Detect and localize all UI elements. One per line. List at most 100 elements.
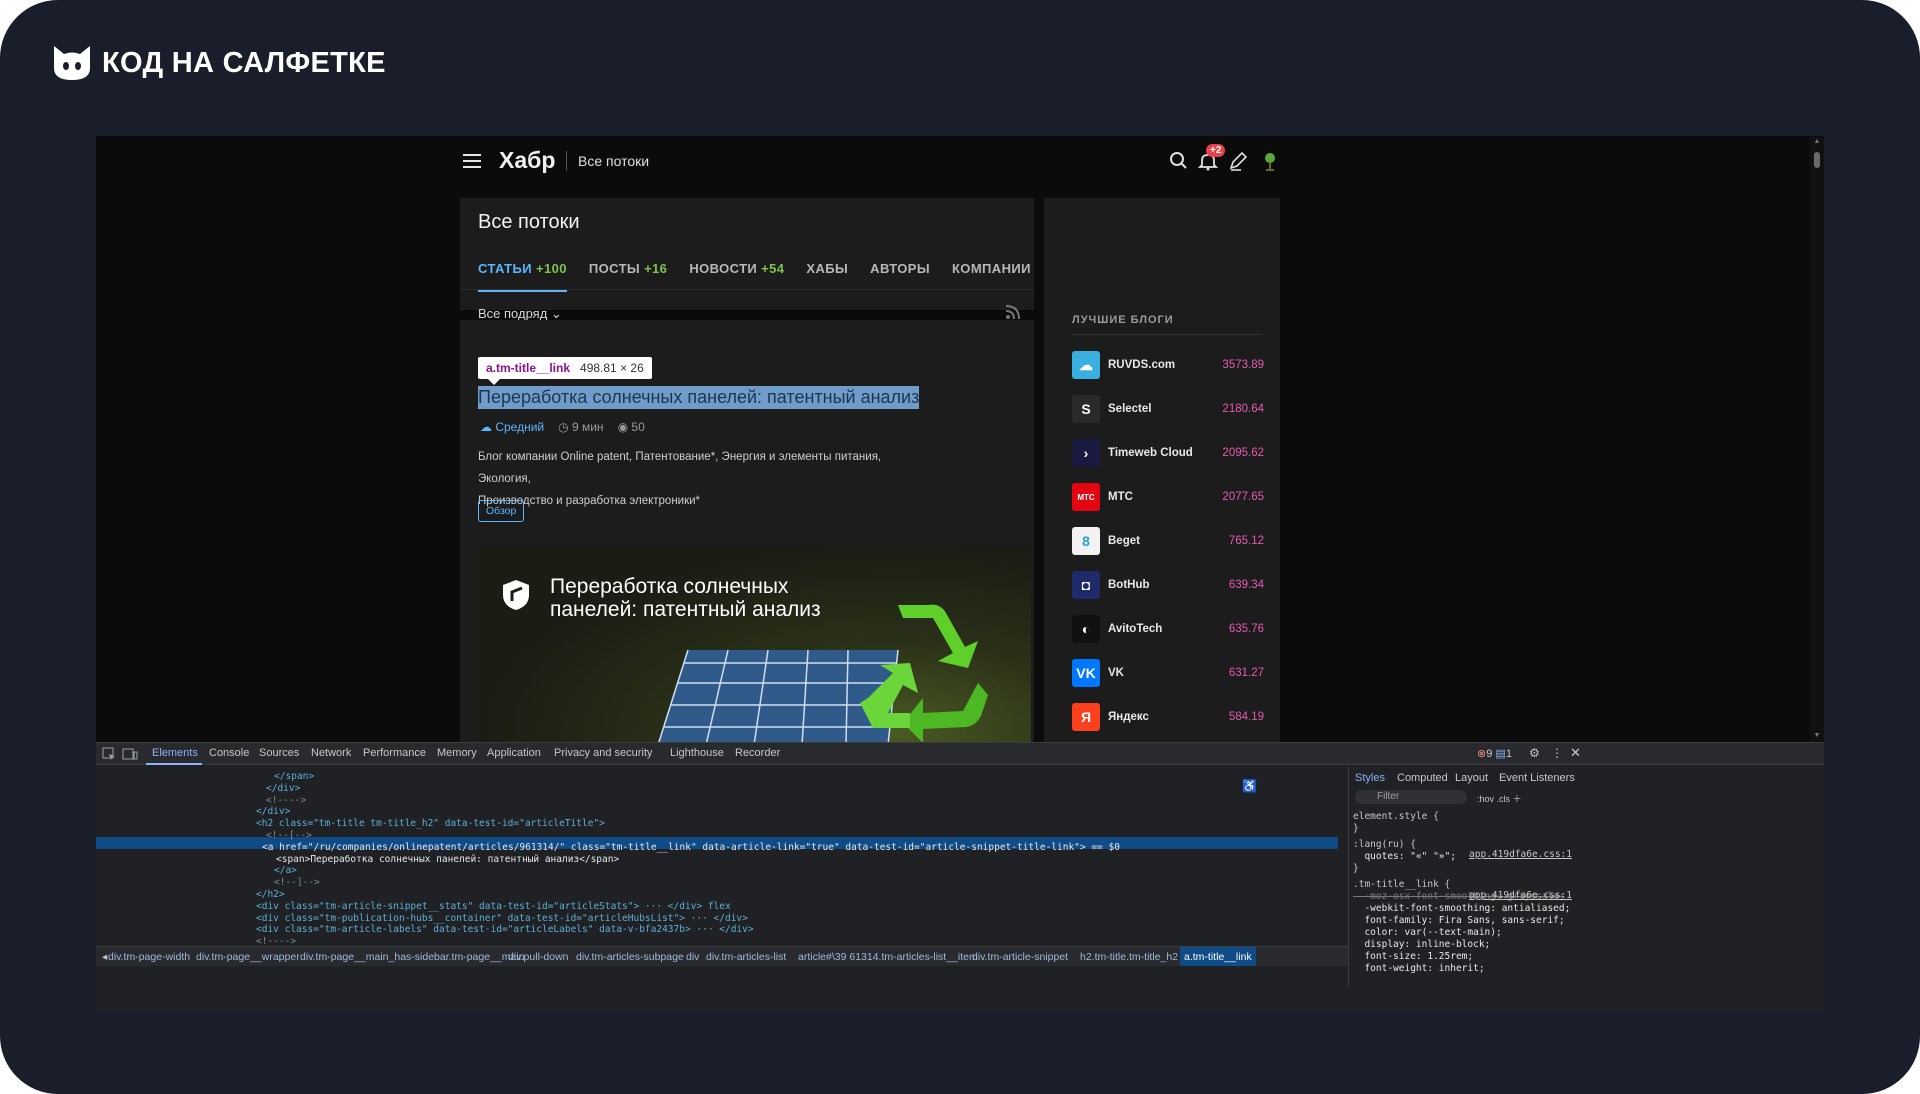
blog-item[interactable]: › Timeweb Cloud 2095.62 bbox=[1072, 439, 1264, 467]
css-rule-line[interactable]: color: var(--text-main); bbox=[1353, 927, 1501, 938]
styles-pane: Styles Computed Layout Event Listeners F… bbox=[1348, 767, 1582, 987]
dom-node-line[interactable]: <h2 class="tm-title tm-title_h2" data-te… bbox=[256, 818, 605, 830]
dom-node-line[interactable]: <span>Переработка солнечных панелей: пат… bbox=[276, 854, 619, 866]
blog-item[interactable]: ☁ RUVDS.com 3573.89 bbox=[1072, 351, 1264, 379]
article-hubs[interactable]: Блог компании Online patent, Патентовани… bbox=[478, 446, 908, 512]
dom-node-line[interactable]: <div class="tm-publication-hubs__contain… bbox=[256, 913, 748, 925]
blog-item[interactable]: ◘ BotHub 639.34 bbox=[1072, 571, 1264, 599]
breadcrumb-item[interactable]: article#\39 61314.tm-articles-list__item bbox=[798, 951, 978, 963]
tab-sources[interactable]: Sources bbox=[259, 747, 299, 759]
header-section-link[interactable]: Все потоки bbox=[578, 153, 649, 169]
css-rule-line[interactable]: :lang(ru) { bbox=[1353, 839, 1416, 850]
css-rule-line[interactable]: display: inline-block; bbox=[1353, 939, 1490, 950]
tab-styles[interactable]: Styles bbox=[1355, 772, 1385, 784]
tab-elements[interactable]: Elements bbox=[152, 747, 198, 759]
scroll-up-icon[interactable]: ▲ bbox=[1813, 138, 1821, 146]
habr-logo[interactable]: Хабр bbox=[499, 147, 555, 174]
article-label[interactable]: Обзор bbox=[478, 500, 525, 522]
article-title-link[interactable]: Переработка солнечных панелей: патентный… bbox=[478, 386, 920, 409]
scrollbar-thumb[interactable] bbox=[1814, 152, 1820, 168]
search-icon[interactable] bbox=[1168, 150, 1190, 172]
inspect-element-icon[interactable] bbox=[102, 747, 116, 761]
blog-rating: 765.12 bbox=[1228, 535, 1264, 547]
blog-item[interactable]: ◐ AvitoTech 635.76 bbox=[1072, 615, 1264, 643]
breadcrumb-item[interactable]: div.tm-page__main_has-sidebar.tm-page__m… bbox=[300, 951, 525, 963]
css-rule-line[interactable]: font-weight: inherit; bbox=[1353, 963, 1484, 974]
blog-logo-icon: ☁ bbox=[1072, 351, 1100, 379]
dom-node-line[interactable]: <div class="tm-article-labels" data-test… bbox=[256, 924, 754, 936]
styles-source-link-2[interactable]: app.419dfa6e.css:1 bbox=[1469, 890, 1572, 901]
dom-node-line[interactable]: <!--[--> bbox=[266, 830, 312, 842]
tab-performance[interactable]: Performance bbox=[363, 747, 426, 759]
pen-icon[interactable] bbox=[1227, 150, 1249, 172]
tab-articles[interactable]: СТАТЬИ +100 bbox=[478, 261, 567, 292]
tab-lighthouse[interactable]: Lighthouse bbox=[670, 747, 724, 759]
tab-event-listeners[interactable]: Event Listeners bbox=[1499, 772, 1575, 784]
top-blogs-title: ЛУЧШИЕ БЛОГИ bbox=[1072, 314, 1174, 326]
tab-companies[interactable]: КОМПАНИИ bbox=[952, 261, 1031, 292]
tab-application[interactable]: Application bbox=[487, 747, 541, 759]
dom-node-line[interactable]: <!----> bbox=[266, 795, 306, 807]
css-rule-line[interactable]: -webkit-font-smoothing: antialiased; bbox=[1353, 903, 1570, 914]
avatar-icon[interactable] bbox=[1259, 150, 1281, 172]
dom-node-line[interactable]: </div> bbox=[256, 806, 290, 818]
blog-item[interactable]: Я Яндекс 584.19 bbox=[1072, 703, 1264, 731]
scroll-down-icon[interactable]: ▼ bbox=[1813, 732, 1821, 740]
cover-title: Переработка солнечных панелей: патентный… bbox=[550, 575, 821, 621]
blog-item[interactable]: МТС МТС 2077.65 bbox=[1072, 483, 1264, 511]
tab-recorder[interactable]: Recorder bbox=[735, 747, 780, 759]
blog-item[interactable]: S Selectel 2180.64 bbox=[1072, 395, 1264, 423]
breadcrumb-item[interactable]: h2.tm-title.tm-title_h2 bbox=[1080, 951, 1178, 963]
breadcrumb-item[interactable]: div.tm-articles-subpage bbox=[576, 951, 684, 963]
dom-node-line[interactable]: </span> bbox=[274, 771, 314, 783]
css-rule-line[interactable]: .tm-title__link { bbox=[1353, 879, 1450, 890]
breadcrumb-item[interactable]: a.tm-title__link bbox=[1180, 947, 1256, 966]
blog-logo-icon: МТС bbox=[1072, 483, 1100, 511]
styles-filter-input[interactable]: Filter bbox=[1355, 790, 1467, 804]
css-rule-line[interactable]: font-size: 1.25rem; bbox=[1353, 951, 1473, 962]
tab-authors[interactable]: АВТОРЫ bbox=[870, 261, 930, 292]
styles-toolbar[interactable]: :hov .cls ＋ bbox=[1477, 792, 1522, 805]
breadcrumb-item[interactable]: div bbox=[686, 951, 699, 963]
breadcrumb-item[interactable]: div.tm-page__wrapper bbox=[196, 951, 300, 963]
menu-icon[interactable] bbox=[463, 154, 481, 168]
breadcrumb-item[interactable]: div.tm-articles-list bbox=[706, 951, 786, 963]
dom-node-line[interactable]: </a> bbox=[274, 865, 297, 877]
accessibility-icon[interactable]: ♿ bbox=[1242, 779, 1257, 793]
blog-name: RUVDS.com bbox=[1108, 359, 1176, 371]
close-icon[interactable]: ✕ bbox=[1570, 745, 1581, 761]
css-rule-line[interactable]: quotes: "«" "»"; bbox=[1353, 851, 1456, 862]
chevron-left-icon[interactable]: ◂ bbox=[102, 951, 107, 963]
dom-node-line[interactable]: <div class="tm-article-snippet__stats" d… bbox=[256, 901, 731, 913]
css-rule-line[interactable]: element.style { bbox=[1353, 811, 1439, 822]
article-cover-image[interactable]: Переработка солнечных панелей: патентный… bbox=[478, 545, 1031, 742]
breadcrumb-item[interactable]: div.tm-article-snippet bbox=[972, 951, 1068, 963]
tab-hubs[interactable]: ХАБЫ bbox=[806, 261, 848, 292]
dom-node-line[interactable]: </h2> bbox=[256, 889, 285, 901]
dom-node-line[interactable]: <!--]--> bbox=[274, 877, 320, 889]
styles-source-link[interactable]: app.419dfa6e.css:1 bbox=[1469, 849, 1572, 860]
tab-news[interactable]: НОВОСТИ +54 bbox=[689, 261, 784, 292]
breadcrumb-item[interactable]: div.pull-down bbox=[508, 951, 569, 963]
css-rule-line[interactable]: } bbox=[1353, 823, 1359, 834]
tab-memory[interactable]: Memory bbox=[437, 747, 477, 759]
css-rule-line[interactable]: font-family: Fira Sans, sans-serif; bbox=[1353, 915, 1564, 926]
blog-item[interactable]: 8 Beget 765.12 bbox=[1072, 527, 1264, 555]
selected-dom-node[interactable]: <a href="/ru/companies/onlinepatent/arti… bbox=[262, 842, 1120, 854]
tab-computed[interactable]: Computed bbox=[1397, 772, 1448, 784]
breadcrumb-item[interactable]: div.tm-page-width bbox=[108, 951, 190, 963]
dom-node-line[interactable]: </div> bbox=[266, 783, 300, 795]
tab-console[interactable]: Console bbox=[209, 747, 249, 759]
kebab-menu-icon[interactable]: ⋮ bbox=[1551, 746, 1563, 760]
gear-icon[interactable]: ⚙ bbox=[1529, 746, 1540, 760]
tab-network[interactable]: Network bbox=[311, 747, 351, 759]
page-scrollbar[interactable]: ▲ ▼ bbox=[1810, 136, 1824, 742]
tab-privacy-security[interactable]: Privacy and security bbox=[554, 747, 652, 759]
issues-counter[interactable]: ⊗9 ▤1 bbox=[1477, 747, 1512, 760]
tab-layout[interactable]: Layout bbox=[1455, 772, 1488, 784]
device-toggle-icon[interactable] bbox=[122, 747, 138, 761]
css-rule-line[interactable]: } bbox=[1353, 863, 1359, 874]
blog-item[interactable]: VK VK 631.27 bbox=[1072, 659, 1264, 687]
tab-posts[interactable]: ПОСТЫ +16 bbox=[589, 261, 667, 292]
rss-icon[interactable] bbox=[1005, 304, 1021, 320]
